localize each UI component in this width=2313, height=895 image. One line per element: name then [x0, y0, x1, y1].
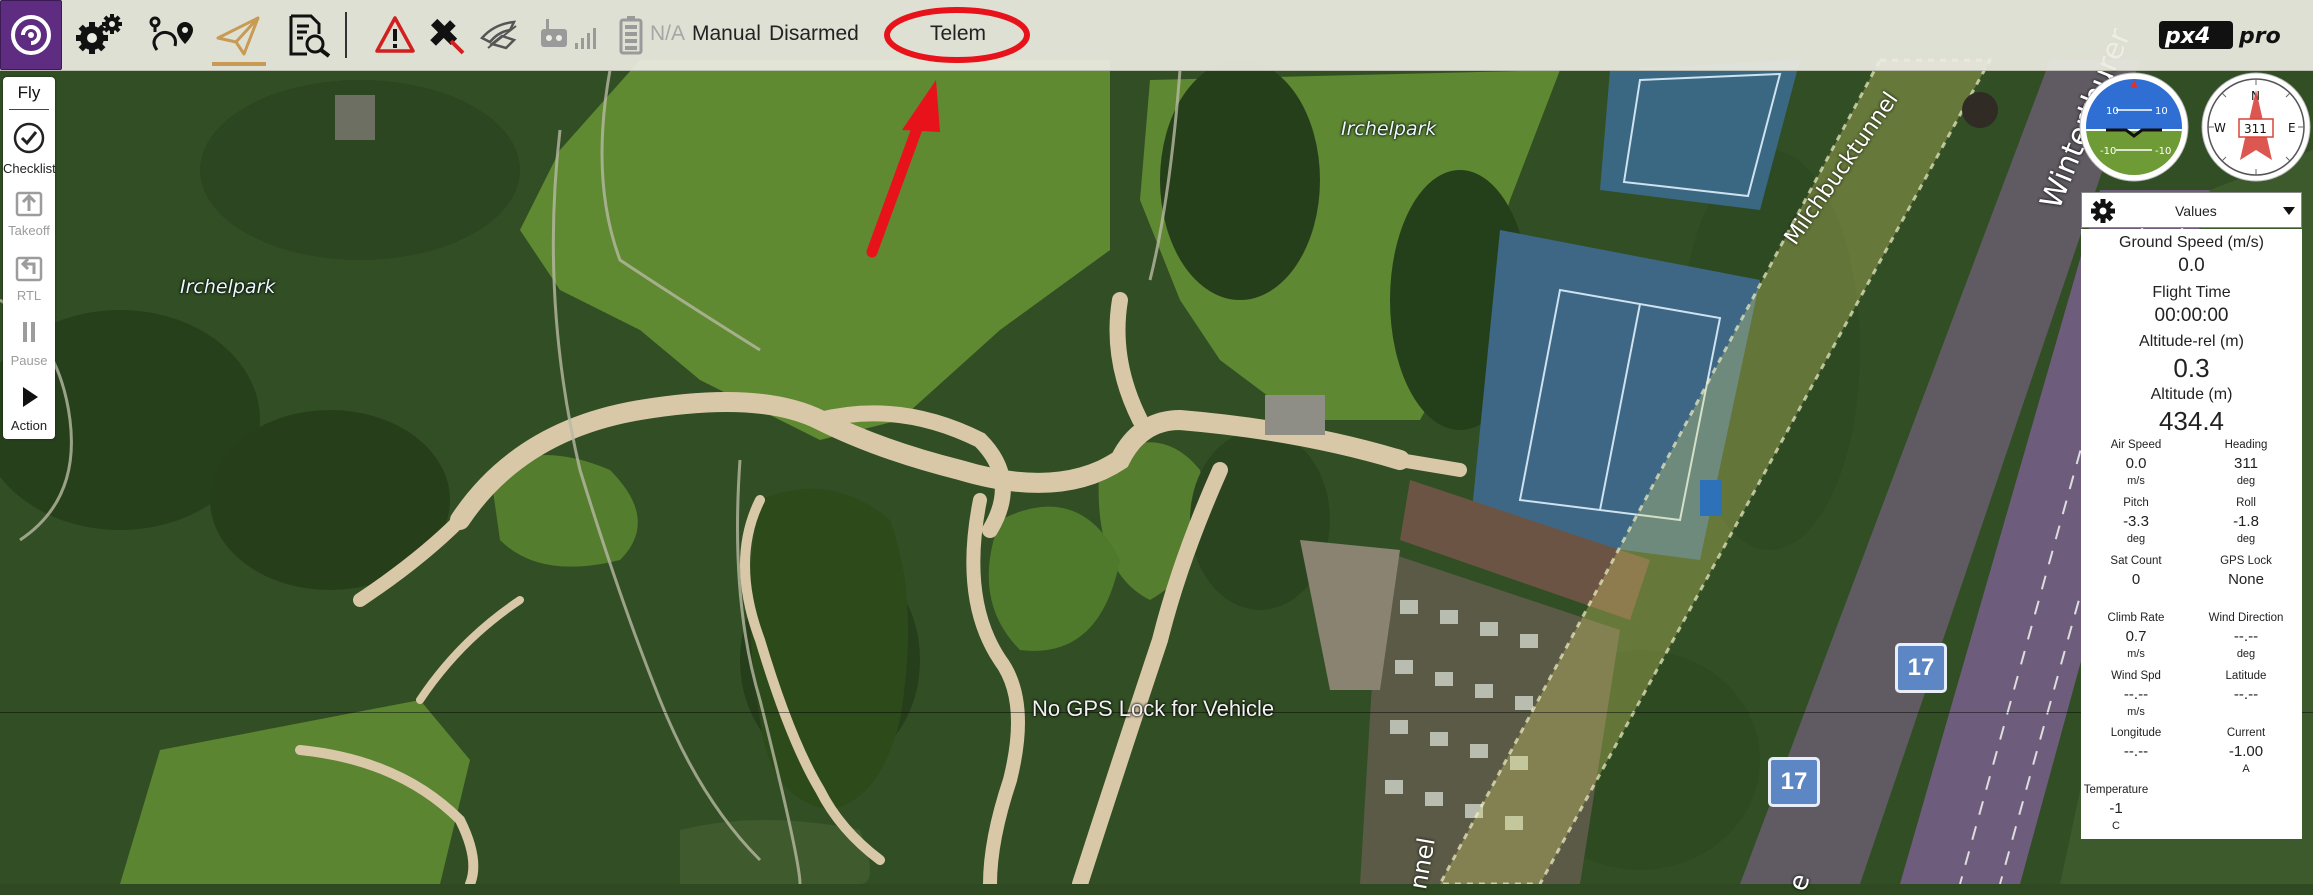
- value-readout: --.--: [2233, 686, 2259, 703]
- value-readout: 0.3: [2173, 353, 2210, 383]
- value-unit: deg: [2126, 533, 2146, 545]
- value-readout: 0: [2131, 571, 2141, 588]
- annotation-arrow: [866, 80, 940, 258]
- takeoff-label: Takeoff: [8, 223, 50, 238]
- value-label: Ground Speed (m/s): [2119, 234, 2264, 251]
- telem-highlight-circle: [884, 7, 1030, 63]
- value-label: Longitude: [2110, 727, 2162, 739]
- value-gps-lock: GPS Lock None: [2191, 555, 2301, 588]
- value-readout: 434.4: [2158, 406, 2225, 436]
- value-altitude: Altitude (m) 434.4: [2081, 386, 2302, 437]
- value-readout: -1.00: [2228, 743, 2264, 760]
- pitch-mark: -10: [2155, 146, 2171, 157]
- value-label: Temperature: [2083, 784, 2149, 796]
- value-label: Sat Count: [2110, 555, 2162, 567]
- pitch-mark: 10: [2106, 106, 2119, 117]
- value-wind-direction: Wind Direction --.-- deg: [2191, 612, 2301, 660]
- value-label: Flight Time: [2152, 284, 2231, 301]
- value-readout: 311: [2234, 455, 2258, 472]
- value-label: Climb Rate: [2107, 612, 2165, 624]
- value-unit: C: [2112, 820, 2120, 832]
- value-current: Current -1.00 A: [2191, 727, 2301, 775]
- value-unit: A: [2242, 763, 2250, 775]
- values-panel: Ground Speed (m/s) 0.0 Flight Time 00:00…: [2081, 229, 2302, 839]
- value-readout: 00:00:00: [2154, 305, 2229, 326]
- value-label: Air Speed: [2110, 439, 2162, 451]
- value-label: Current: [2226, 727, 2266, 739]
- value-sat-count: Sat Count 0: [2081, 555, 2191, 588]
- value-roll: Roll -1.8 deg: [2191, 497, 2301, 545]
- pause-label: Pause: [10, 353, 48, 368]
- attitude-indicator: 10 10 -10 -10: [2079, 72, 2189, 182]
- compass-letter: W: [2214, 121, 2226, 135]
- value-unit: m/s: [2127, 648, 2145, 660]
- flight-instruments[interactable]: 10 10 -10 -10 N E W 311: [2076, 70, 2313, 188]
- value-longitude: Longitude --.--: [2081, 727, 2191, 760]
- play-icon: [23, 387, 38, 407]
- action-label: Action: [10, 418, 48, 433]
- compass: N E W 311: [2201, 72, 2311, 182]
- pause-button[interactable]: Pause: [3, 317, 55, 368]
- value-label: Wind Direction: [2208, 612, 2284, 624]
- compass-letter: E: [2288, 121, 2296, 135]
- rtl-label: RTL: [16, 288, 42, 303]
- values-panel-header[interactable]: Values: [2081, 192, 2302, 228]
- value-latitude: Latitude --.--: [2191, 670, 2301, 703]
- value-label: Wind Spd: [2111, 670, 2161, 682]
- value-air-speed: Air Speed 0.0 m/s: [2081, 439, 2191, 487]
- value-climb-rate: Climb Rate 0.7 m/s: [2081, 612, 2191, 660]
- value-readout: --.--: [2123, 686, 2149, 703]
- toolstrip-fly[interactable]: Fly: [3, 83, 55, 110]
- takeoff-button[interactable]: Takeoff: [3, 187, 55, 238]
- value-readout: --.--: [2123, 743, 2149, 760]
- compass-heading-readout: 311: [2244, 122, 2267, 136]
- value-altitude-rel: Altitude-rel (m) 0.3: [2081, 333, 2302, 384]
- value-label: Pitch: [2123, 497, 2149, 509]
- chevron-down-icon[interactable]: [2282, 206, 2296, 216]
- value-ground-speed: Ground Speed (m/s) 0.0: [2081, 234, 2302, 277]
- value-readout: -1: [2109, 800, 2123, 817]
- value-readout: None: [2228, 571, 2264, 588]
- value-pitch: Pitch -3.3 deg: [2081, 497, 2191, 545]
- value-label: Roll: [2236, 497, 2256, 509]
- pitch-mark: 10: [2155, 106, 2168, 117]
- value-label: Heading: [2224, 439, 2268, 451]
- value-readout: 0.0: [2125, 455, 2147, 472]
- tool-strip: Fly Checklist Takeoff RTL Pause Action: [3, 77, 56, 439]
- return-icon: [15, 256, 43, 282]
- value-unit: deg: [2236, 648, 2256, 660]
- value-label: Latitude: [2225, 670, 2267, 682]
- value-label: GPS Lock: [2220, 555, 2272, 567]
- value-unit: deg: [2236, 533, 2256, 545]
- annotation-overlay: [866, 7, 1030, 258]
- gear-icon[interactable]: [2090, 198, 2116, 224]
- pitch-mark: -10: [2100, 146, 2116, 157]
- values-panel-title: Values: [2175, 203, 2217, 219]
- value-unit: m/s: [2127, 475, 2145, 487]
- value-unit: deg: [2236, 475, 2256, 487]
- value-readout: -1.8: [2233, 513, 2259, 530]
- value-readout: 0.7: [2125, 628, 2147, 645]
- value-readout: 0.0: [2178, 255, 2205, 276]
- value-heading: Heading 311 deg: [2191, 439, 2301, 487]
- value-readout: -3.3: [2123, 513, 2149, 530]
- checkmark-circle-icon: [13, 122, 45, 154]
- toolstrip-title: Fly: [17, 83, 41, 102]
- value-readout: --.--: [2233, 628, 2259, 645]
- action-button[interactable]: Action: [3, 382, 55, 433]
- value-unit: m/s: [2127, 706, 2145, 718]
- value-label: Altitude-rel (m): [2139, 333, 2244, 350]
- takeoff-icon: [15, 191, 43, 217]
- value-wind-speed: Wind Spd --.-- m/s: [2081, 670, 2191, 718]
- value-label: Altitude (m): [2150, 386, 2233, 403]
- pause-icon: [23, 322, 35, 342]
- value-temperature: Temperature -1 C: [2061, 784, 2171, 832]
- value-flight-time: Flight Time 00:00:00: [2081, 284, 2302, 327]
- rtl-button[interactable]: RTL: [3, 252, 55, 303]
- checklist-label: Checklist: [3, 161, 56, 176]
- checklist-button[interactable]: Checklist: [3, 121, 56, 176]
